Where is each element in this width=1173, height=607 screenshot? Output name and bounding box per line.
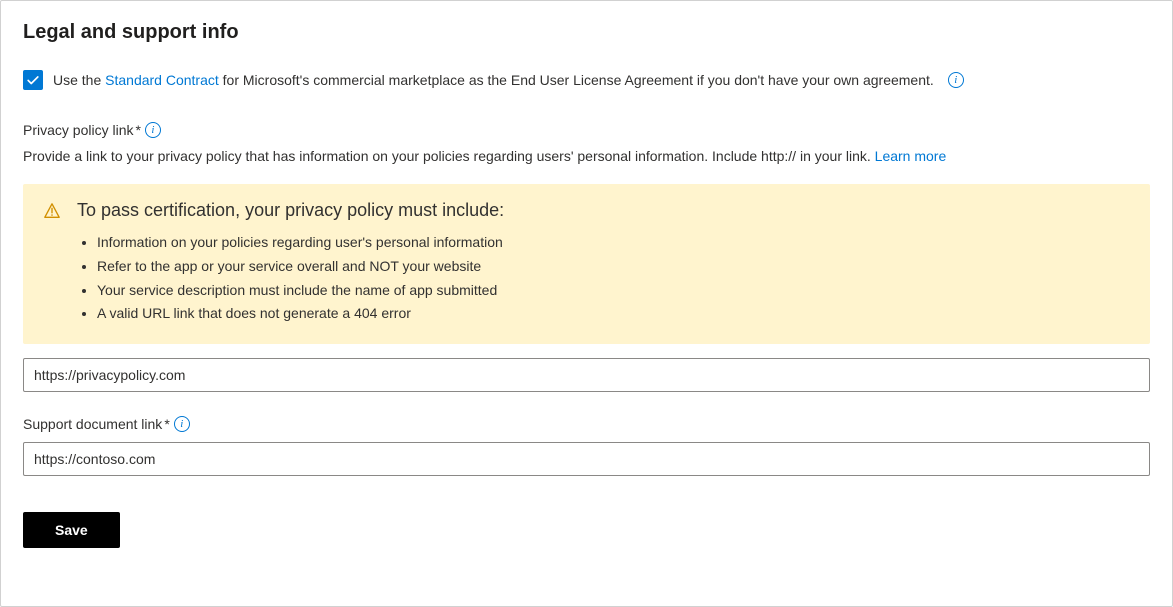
standard-contract-checkbox[interactable] [23, 70, 43, 90]
privacy-policy-description: Provide a link to your privacy policy th… [23, 148, 1150, 164]
label-suffix: for Microsoft's commercial marketplace a… [219, 72, 934, 88]
learn-more-link[interactable]: Learn more [875, 148, 947, 164]
warning-item: Your service description must include th… [97, 279, 1130, 303]
required-mark: * [164, 416, 169, 432]
warning-triangle-icon [43, 202, 61, 326]
privacy-policy-description-text: Provide a link to your privacy policy th… [23, 148, 875, 164]
warning-item: A valid URL link that does not generate … [97, 302, 1130, 326]
section-title: Legal and support info [23, 21, 1150, 44]
legal-support-panel: Legal and support info Use the Standard … [0, 0, 1173, 607]
standard-contract-label: Use the Standard Contract for Microsoft'… [53, 72, 934, 88]
label-prefix: Use the [53, 72, 105, 88]
support-doc-label-text: Support document link [23, 416, 162, 432]
info-icon[interactable]: i [145, 122, 161, 138]
info-icon[interactable]: i [948, 72, 964, 88]
warning-item: Information on your policies regarding u… [97, 231, 1130, 255]
save-button[interactable]: Save [23, 512, 120, 548]
standard-contract-link[interactable]: Standard Contract [105, 72, 219, 88]
certification-warning-banner: To pass certification, your privacy poli… [23, 184, 1150, 344]
support-doc-input[interactable] [23, 442, 1150, 476]
required-mark: * [135, 122, 140, 138]
checkmark-icon [26, 73, 40, 87]
privacy-policy-input[interactable] [23, 358, 1150, 392]
info-icon[interactable]: i [174, 416, 190, 432]
privacy-policy-label-text: Privacy policy link [23, 122, 133, 138]
standard-contract-row: Use the Standard Contract for Microsoft'… [23, 70, 1150, 90]
warning-item: Refer to the app or your service overall… [97, 255, 1130, 279]
warning-content: To pass certification, your privacy poli… [77, 200, 1130, 326]
support-doc-label: Support document link* i [23, 416, 190, 432]
privacy-policy-label: Privacy policy link* i [23, 122, 161, 138]
warning-list: Information on your policies regarding u… [77, 231, 1130, 326]
warning-title: To pass certification, your privacy poli… [77, 200, 1130, 221]
